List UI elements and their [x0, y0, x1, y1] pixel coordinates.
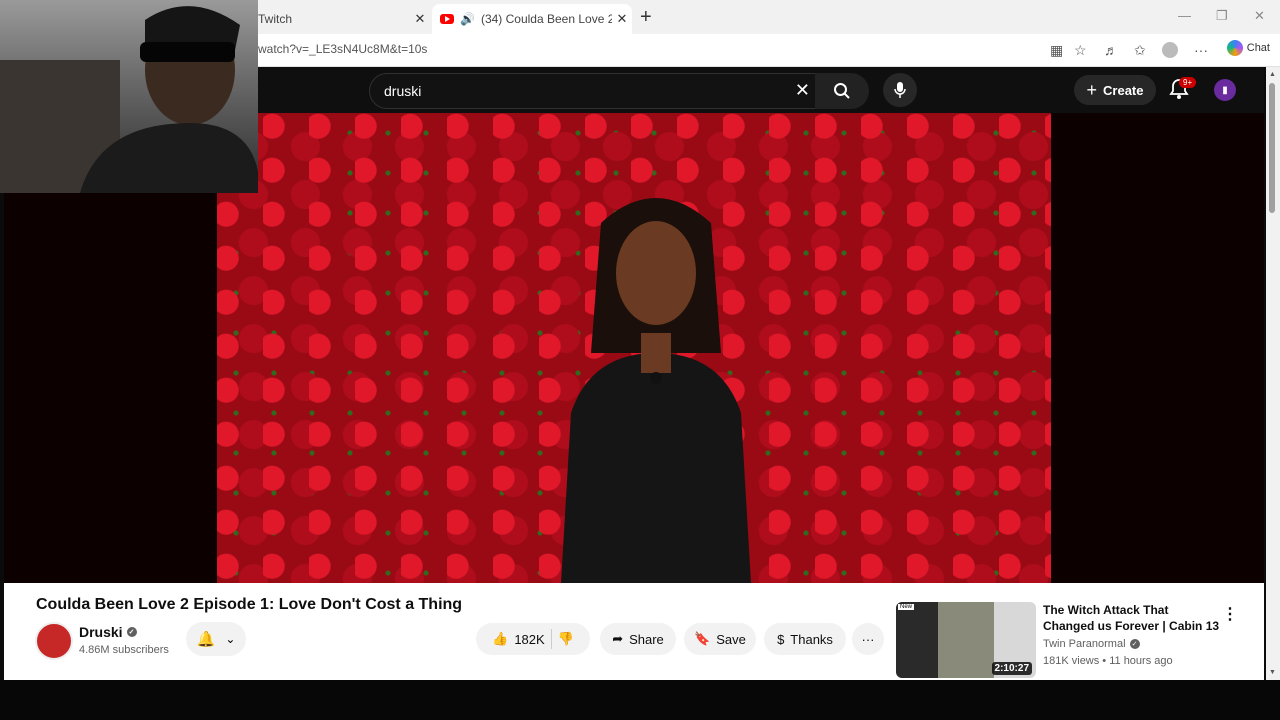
- restore-icon[interactable]: ❐: [1216, 8, 1228, 24]
- new-tab-icon[interactable]: +: [640, 6, 652, 29]
- thanks-button[interactable]: $ Thanks: [764, 623, 846, 655]
- thanks-icon: $: [777, 631, 785, 647]
- video-info-section: Coulda Been Love 2 Episode 1: Love Don't…: [4, 583, 1264, 680]
- chat-label: Chat: [1246, 42, 1270, 54]
- microphone-icon: [894, 82, 906, 98]
- close-icon[interactable]: ✕: [612, 11, 632, 27]
- tab-twitch[interactable]: Twitch ✕: [258, 4, 430, 34]
- notification-badge: 9+: [1179, 77, 1197, 88]
- more-actions-button[interactable]: ···: [852, 623, 884, 655]
- search-icon: [834, 83, 850, 99]
- video-duration: 2:10:27: [991, 662, 1032, 675]
- favorite-star-icon[interactable]: ☆: [1074, 42, 1087, 59]
- tab-label: (34) Coulda Been Love 2 Episo: [480, 12, 612, 26]
- video-subject: [561, 198, 751, 583]
- chevron-down-icon: ⌄: [225, 632, 236, 646]
- like-button[interactable]: 👍 182K: [492, 631, 545, 647]
- video-title: Coulda Been Love 2 Episode 1: Love Don't…: [36, 596, 463, 613]
- verified-icon: ✓: [1129, 639, 1140, 649]
- create-button[interactable]: + Create: [1074, 75, 1156, 105]
- related-channel-row[interactable]: Twin Paranormal ✓: [1043, 638, 1140, 650]
- search-box[interactable]: druski ✕: [369, 73, 817, 109]
- more-horizontal-icon: ···: [861, 631, 875, 647]
- related-video-card[interactable]: New 2:10:27 The Witch Attack That Change…: [896, 602, 1256, 678]
- kebab-menu-icon[interactable]: ⋮: [1222, 604, 1238, 624]
- bell-icon: 🔔: [196, 631, 216, 648]
- create-label: Create: [1103, 82, 1144, 98]
- voice-search-button[interactable]: [883, 73, 917, 107]
- thanks-label: Thanks: [790, 631, 833, 647]
- tab-label: Twitch: [258, 12, 293, 26]
- extension-icon[interactable]: ♬: [1104, 42, 1118, 58]
- speaker-icon[interactable]: 🔊: [460, 12, 475, 26]
- profile-icon[interactable]: [1162, 42, 1178, 58]
- clear-search-icon[interactable]: ✕: [795, 80, 810, 101]
- related-video-thumbnail[interactable]: New 2:10:27: [896, 602, 1036, 678]
- plus-icon: +: [1086, 79, 1098, 100]
- subscriber-count: 4.86M subscribers: [79, 644, 169, 656]
- close-icon[interactable]: ✕: [410, 11, 430, 27]
- copilot-chat-button[interactable]: Chat: [1226, 40, 1270, 56]
- webcam-overlay: [0, 0, 258, 193]
- divider: [550, 629, 552, 649]
- search-input[interactable]: druski: [384, 83, 421, 99]
- streamer-figure: [0, 6, 258, 193]
- favorites-icon[interactable]: ✩: [1134, 42, 1146, 59]
- page-scrollbar[interactable]: ▲ ▼: [1266, 67, 1280, 680]
- channel-avatar[interactable]: [35, 622, 73, 660]
- related-video-meta: 181K views • 11 hours ago: [1043, 655, 1173, 667]
- save-button[interactable]: 🔖 Save: [684, 623, 756, 655]
- search-button[interactable]: [815, 73, 869, 109]
- related-channel-name[interactable]: Twin Paranormal: [1043, 638, 1126, 650]
- share-button[interactable]: ➦ Share: [600, 623, 676, 655]
- save-label: Save: [716, 631, 746, 647]
- share-label: Share: [629, 631, 664, 647]
- verified-icon: ✓: [126, 627, 137, 637]
- like-dislike-group: 👍 182K 👎: [476, 623, 590, 655]
- scroll-up-icon[interactable]: ▲: [1269, 71, 1276, 78]
- more-icon[interactable]: ···: [1194, 42, 1208, 58]
- taskbar-strip: [0, 680, 1280, 720]
- channel-name-row[interactable]: Druski ✓: [79, 624, 137, 640]
- youtube-icon: [440, 14, 454, 24]
- minimize-icon[interactable]: —: [1178, 8, 1191, 23]
- new-badge: New: [898, 604, 915, 610]
- like-count: 182K: [514, 631, 545, 647]
- share-icon: ➦: [612, 631, 624, 646]
- related-video-title[interactable]: The Witch Attack That Changed us Forever…: [1043, 602, 1223, 634]
- bookmark-icon: 🔖: [694, 631, 711, 646]
- thumbs-up-icon: 👍: [492, 631, 509, 646]
- copilot-icon: [1226, 40, 1243, 56]
- apps-icon[interactable]: ▦: [1050, 42, 1063, 59]
- thumbs-down-icon[interactable]: 👎: [558, 631, 574, 647]
- scroll-down-icon[interactable]: ▼: [1269, 669, 1276, 676]
- url-field[interactable]: watch?v=_LE3sN4Uc8M&t=10s: [258, 42, 427, 56]
- tab-youtube[interactable]: 🔊 (34) Coulda Been Love 2 Episo ✕: [432, 4, 632, 34]
- window-close-icon[interactable]: ✕: [1254, 8, 1265, 24]
- scrollbar-thumb[interactable]: [1269, 83, 1275, 213]
- subscription-notifications-button[interactable]: 🔔 ⌄: [186, 622, 246, 656]
- account-avatar[interactable]: ▮: [1214, 79, 1236, 101]
- channel-name[interactable]: Druski: [79, 624, 123, 640]
